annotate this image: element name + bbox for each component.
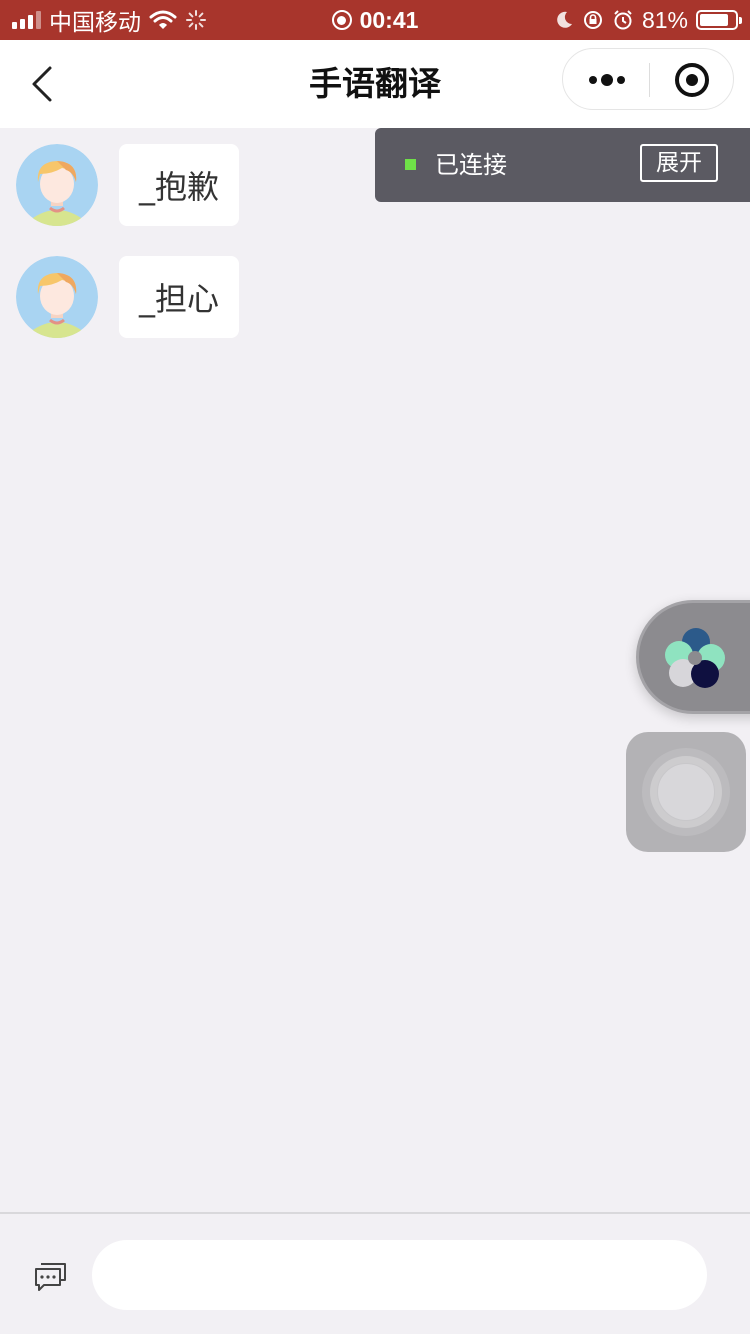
status-bar: 中国移动 00:41 81% bbox=[0, 0, 750, 40]
clock: 00:41 bbox=[359, 6, 419, 33]
more-dots-icon bbox=[589, 74, 625, 86]
more-button[interactable] bbox=[563, 49, 649, 109]
alarm-icon bbox=[614, 10, 632, 30]
moon-icon bbox=[557, 11, 572, 28]
close-miniprogram-button[interactable] bbox=[650, 49, 734, 109]
chat-bubble-button[interactable] bbox=[30, 1259, 70, 1295]
nav-bar: 手语翻译 bbox=[0, 40, 750, 128]
message-bubble: _抱歉 bbox=[119, 144, 240, 226]
miniprogram-capsule bbox=[562, 48, 734, 110]
list-item: _担心 bbox=[16, 255, 240, 339]
avatar bbox=[16, 256, 98, 338]
user-avatar-icon bbox=[16, 144, 98, 226]
target-close-icon bbox=[675, 63, 709, 97]
message-input[interactable] bbox=[92, 1240, 707, 1310]
battery-icon bbox=[696, 10, 742, 30]
assistive-touch-button[interactable] bbox=[626, 732, 746, 852]
list-item: _抱歉 bbox=[16, 143, 240, 227]
screen-recording-icon bbox=[331, 10, 352, 30]
chat-bubble-icon bbox=[35, 1263, 66, 1291]
connection-status-text: 已连接 bbox=[435, 151, 507, 179]
assistive-ring-inner bbox=[657, 763, 715, 821]
connection-status-panel: 已连接 展开 bbox=[375, 128, 750, 202]
expand-button[interactable]: 展开 bbox=[640, 144, 718, 182]
avatar bbox=[16, 144, 98, 226]
connected-indicator bbox=[405, 159, 416, 170]
battery-percent: 81% bbox=[641, 6, 688, 33]
status-bar-right: 81% bbox=[554, 0, 742, 40]
bottom-input-bar bbox=[0, 1212, 750, 1334]
rotation-lock-icon bbox=[583, 11, 602, 29]
floating-logo-button[interactable] bbox=[636, 600, 750, 714]
app-logo-icon bbox=[665, 628, 725, 688]
user-avatar-icon bbox=[16, 256, 98, 338]
message-bubble: _担心 bbox=[119, 256, 240, 338]
